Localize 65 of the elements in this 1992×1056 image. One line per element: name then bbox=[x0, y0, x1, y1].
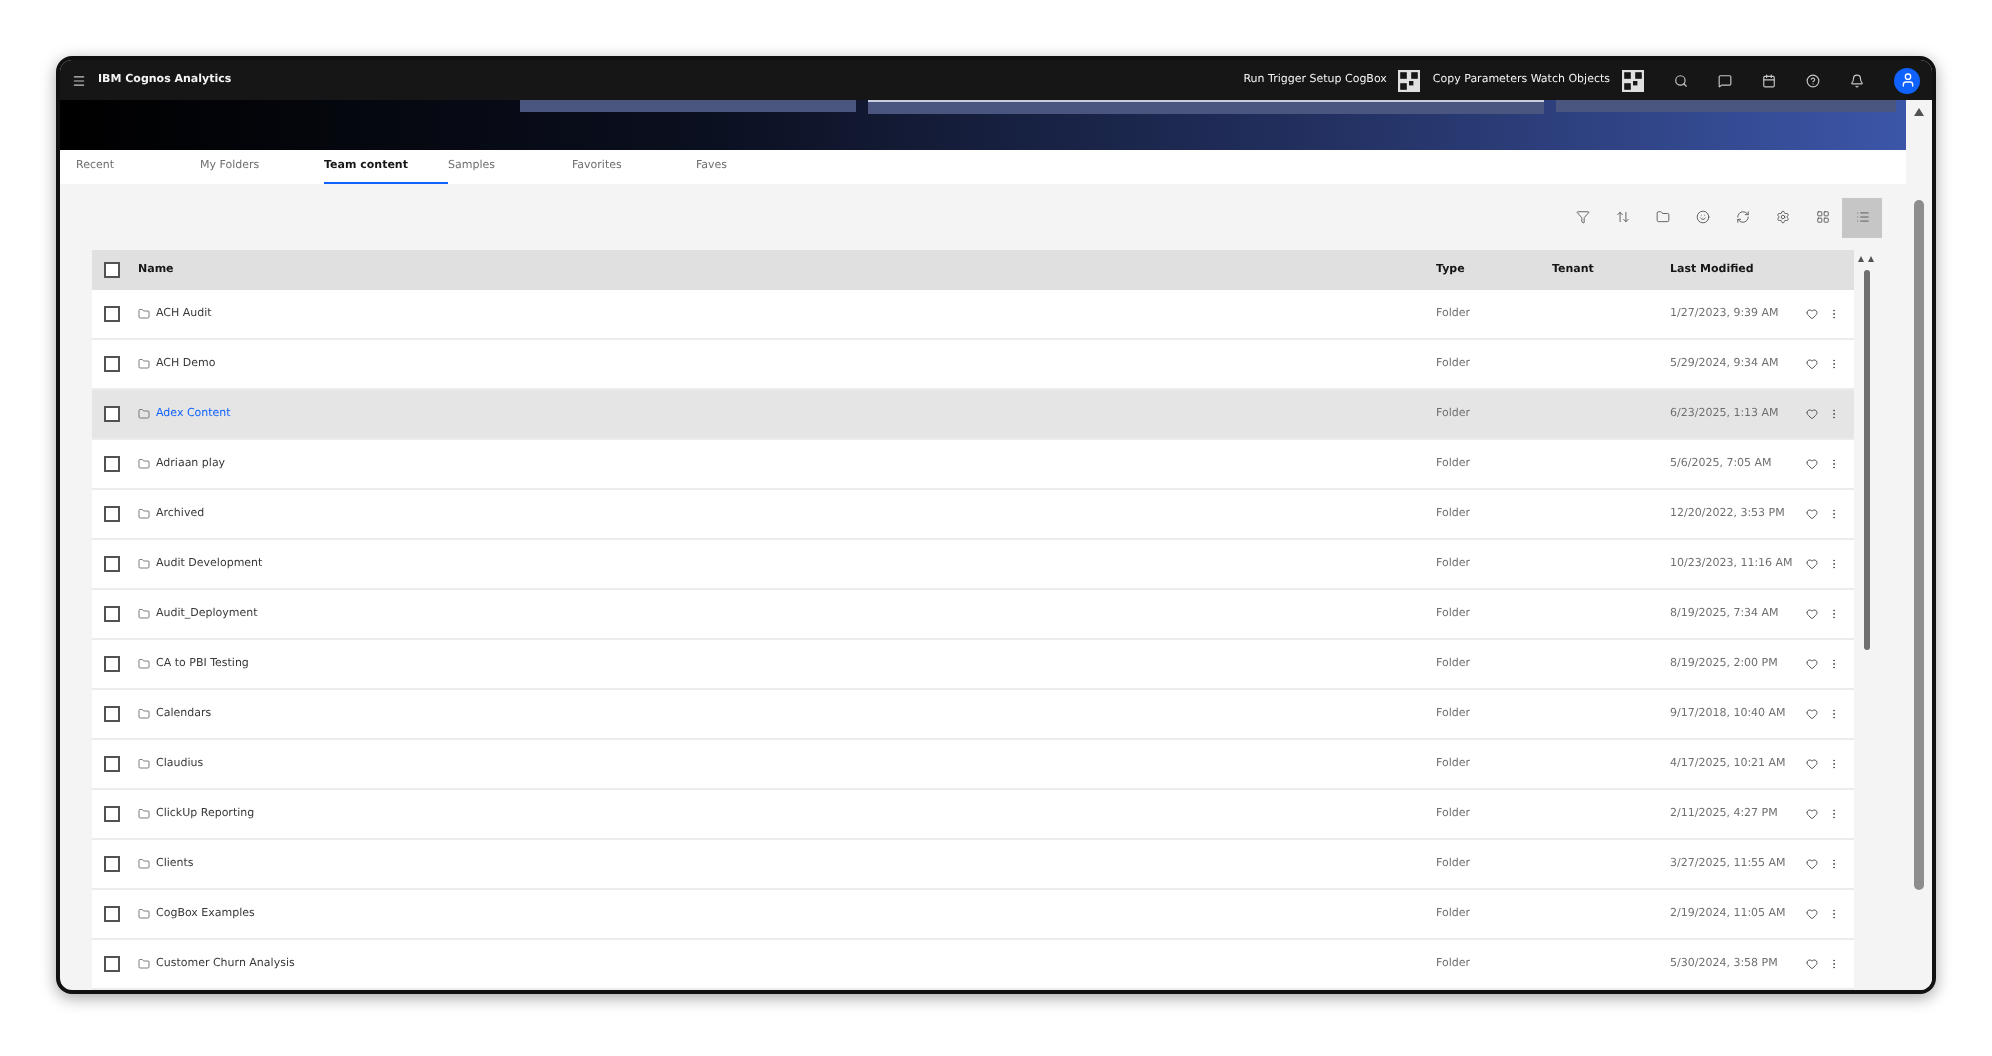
heart-icon[interactable] bbox=[1806, 658, 1818, 670]
bell-icon[interactable] bbox=[1850, 73, 1864, 87]
folder-icon bbox=[138, 358, 150, 370]
chat-icon[interactable] bbox=[1718, 73, 1732, 87]
folder-icon bbox=[138, 608, 150, 620]
heart-icon[interactable] bbox=[1806, 608, 1818, 620]
checkbox[interactable] bbox=[104, 706, 120, 722]
search-icon[interactable] bbox=[1674, 73, 1688, 87]
folder-icon bbox=[138, 858, 150, 870]
checkbox[interactable] bbox=[104, 606, 120, 622]
checkbox[interactable] bbox=[104, 806, 120, 822]
calendar-icon[interactable] bbox=[1762, 73, 1776, 87]
checkbox[interactable] bbox=[104, 356, 120, 372]
help-icon[interactable] bbox=[1806, 73, 1820, 87]
scrollbar-thumb[interactable] bbox=[1863, 270, 1869, 650]
folder-icon bbox=[138, 458, 150, 470]
checkbox[interactable] bbox=[104, 262, 120, 278]
settings-icon bbox=[1775, 210, 1789, 224]
folder-icon bbox=[138, 758, 150, 770]
folder-icon bbox=[138, 408, 150, 420]
heart-icon[interactable] bbox=[1806, 408, 1818, 420]
checkbox[interactable] bbox=[104, 456, 120, 472]
filter-icon bbox=[1575, 210, 1589, 224]
checkbox[interactable] bbox=[104, 556, 120, 572]
folder-icon bbox=[138, 958, 150, 970]
user-icon bbox=[1899, 72, 1915, 88]
avatar-button[interactable] bbox=[1894, 67, 1920, 93]
folder-icon bbox=[138, 708, 150, 720]
checkbox[interactable] bbox=[104, 506, 120, 522]
heart-icon[interactable] bbox=[1806, 908, 1818, 920]
folder-icon bbox=[138, 808, 150, 820]
pattern-icon[interactable] bbox=[1398, 69, 1421, 91]
heart-icon[interactable] bbox=[1806, 858, 1818, 870]
heart-icon[interactable] bbox=[1806, 308, 1818, 320]
heart-icon[interactable] bbox=[1806, 708, 1818, 720]
checkbox[interactable] bbox=[104, 756, 120, 772]
heart-icon[interactable] bbox=[1806, 458, 1818, 470]
folder-icon bbox=[138, 908, 150, 920]
heart-icon[interactable] bbox=[1806, 358, 1818, 370]
checkbox[interactable] bbox=[104, 956, 120, 972]
folder-icon bbox=[138, 308, 150, 320]
heart-icon[interactable] bbox=[1806, 958, 1818, 970]
scrollbar-thumb[interactable] bbox=[1914, 200, 1924, 890]
heart-icon[interactable] bbox=[1806, 758, 1818, 770]
sort-icon bbox=[1615, 210, 1629, 224]
list-icon bbox=[1855, 210, 1869, 224]
pattern-icon[interactable] bbox=[1622, 69, 1644, 91]
grid-icon bbox=[1815, 210, 1829, 224]
folder-icon bbox=[138, 558, 150, 570]
checkbox[interactable] bbox=[104, 306, 120, 322]
smiley-icon bbox=[1695, 210, 1709, 224]
menu-icon[interactable] bbox=[72, 73, 86, 87]
folder-icon bbox=[1655, 210, 1669, 224]
heart-icon[interactable] bbox=[1806, 508, 1818, 520]
checkbox[interactable] bbox=[104, 656, 120, 672]
scroll-up-icon[interactable] bbox=[1914, 108, 1924, 116]
checkbox[interactable] bbox=[104, 856, 120, 872]
folder-icon bbox=[138, 508, 150, 520]
heart-icon[interactable] bbox=[1806, 558, 1818, 570]
heart-icon[interactable] bbox=[1806, 808, 1818, 820]
checkbox[interactable] bbox=[104, 406, 120, 422]
folder-icon bbox=[138, 658, 150, 670]
checkbox[interactable] bbox=[104, 906, 120, 922]
refresh-icon bbox=[1735, 210, 1749, 224]
scroll-arrows-icon[interactable] bbox=[1856, 254, 1876, 264]
